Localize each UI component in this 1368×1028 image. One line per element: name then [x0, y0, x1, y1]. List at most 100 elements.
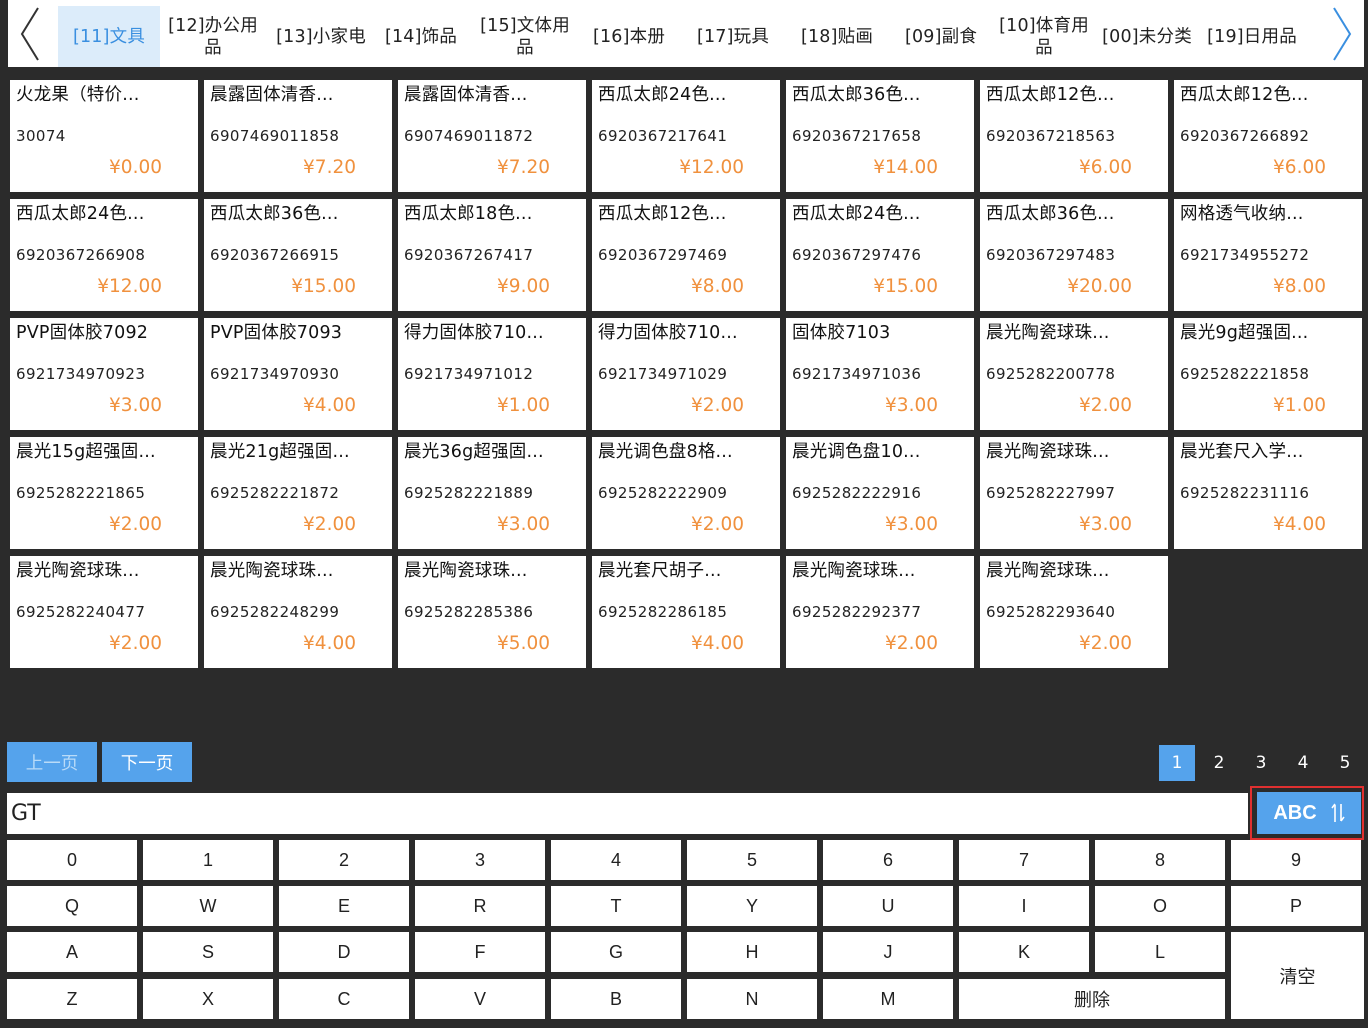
product-card[interactable]: 网格透气收纳... 6921734955272 ¥8.00	[1174, 199, 1362, 311]
key-1[interactable]: 1	[143, 840, 273, 880]
product-card[interactable]: 晨光陶瓷球珠... 6925282200778 ¥2.00	[980, 318, 1168, 430]
product-card[interactable]: 固体胶7103 6921734971036 ¥3.00	[786, 318, 974, 430]
product-card[interactable]: 晨光陶瓷球珠... 6925282227997 ¥3.00	[980, 437, 1168, 549]
key-l[interactable]: L	[1095, 932, 1225, 972]
prev-page-button[interactable]: 上一页	[7, 742, 97, 782]
product-card[interactable]: 得力固体胶710... 6921734971012 ¥1.00	[398, 318, 586, 430]
key-t[interactable]: T	[551, 886, 681, 926]
product-price: ¥1.00	[497, 395, 550, 416]
category-prev-button[interactable]	[8, 0, 52, 67]
product-card[interactable]: PVP固体胶7092 6921734970923 ¥3.00	[10, 318, 198, 430]
key-c[interactable]: C	[279, 979, 409, 1019]
key-h[interactable]: H	[687, 932, 817, 972]
product-card[interactable]: 西瓜太郎18色... 6920367267417 ¥9.00	[398, 199, 586, 311]
key-a[interactable]: A	[7, 932, 137, 972]
key-w[interactable]: W	[143, 886, 273, 926]
product-card[interactable]: 晨光套尺入学... 6925282231116 ¥4.00	[1174, 437, 1362, 549]
product-card[interactable]: 晨光陶瓷球珠... 6925282293640 ¥2.00	[980, 556, 1168, 668]
category-tab[interactable]: [16]本册	[586, 6, 672, 67]
product-card[interactable]: 西瓜太郎36色... 6920367266915 ¥15.00	[204, 199, 392, 311]
key-m[interactable]: M	[823, 979, 953, 1019]
page-number-2[interactable]: 2	[1201, 745, 1237, 781]
category-tab[interactable]: [10]体育用品	[995, 6, 1093, 67]
key-p[interactable]: P	[1231, 886, 1361, 926]
key-b[interactable]: B	[551, 979, 681, 1019]
key-r[interactable]: R	[415, 886, 545, 926]
key-k[interactable]: K	[959, 932, 1089, 972]
key-v[interactable]: V	[415, 979, 545, 1019]
key-x[interactable]: X	[143, 979, 273, 1019]
key-8[interactable]: 8	[1095, 840, 1225, 880]
category-next-button[interactable]	[1320, 0, 1364, 67]
product-card[interactable]: 火龙果（特价... 30074 ¥0.00	[10, 80, 198, 192]
key-9[interactable]: 9	[1231, 840, 1361, 880]
product-card[interactable]: 西瓜太郎12色... 6920367297469 ¥8.00	[592, 199, 780, 311]
key-3[interactable]: 3	[415, 840, 545, 880]
key-f[interactable]: F	[415, 932, 545, 972]
category-tab[interactable]: [19]日用品	[1202, 6, 1302, 67]
product-card[interactable]: 西瓜太郎12色... 6920367218563 ¥6.00	[980, 80, 1168, 192]
key-j[interactable]: J	[823, 932, 953, 972]
search-input[interactable]: GT	[7, 793, 1248, 834]
category-tab[interactable]: [00]未分类	[1097, 6, 1197, 67]
product-card[interactable]: 西瓜太郎36色... 6920367217658 ¥14.00	[786, 80, 974, 192]
input-mode-toggle-button[interactable]: ABC	[1257, 792, 1361, 834]
key-6[interactable]: 6	[823, 840, 953, 880]
category-tab[interactable]: [13]小家电	[271, 6, 371, 67]
key-z[interactable]: Z	[7, 979, 137, 1019]
key-i[interactable]: I	[959, 886, 1089, 926]
product-card[interactable]: 晨露固体清香... 6907469011872 ¥7.20	[398, 80, 586, 192]
product-card[interactable]: 晨光15g超强固... 6925282221865 ¥2.00	[10, 437, 198, 549]
key-5[interactable]: 5	[687, 840, 817, 880]
product-card[interactable]: 西瓜太郎24色... 6920367266908 ¥12.00	[10, 199, 198, 311]
delete-key[interactable]: 删除	[959, 979, 1225, 1019]
product-card[interactable]: PVP固体胶7093 6921734970930 ¥4.00	[204, 318, 392, 430]
key-u[interactable]: U	[823, 886, 953, 926]
product-card[interactable]: 晨露固体清香... 6907469011858 ¥7.20	[204, 80, 392, 192]
key-4[interactable]: 4	[551, 840, 681, 880]
product-price: ¥0.00	[109, 157, 162, 178]
page-number-4[interactable]: 4	[1285, 745, 1321, 781]
key-0[interactable]: 0	[7, 840, 137, 880]
key-2[interactable]: 2	[279, 840, 409, 880]
category-tab[interactable]: [11]文具	[58, 6, 160, 67]
key-7[interactable]: 7	[959, 840, 1089, 880]
product-card[interactable]: 晨光陶瓷球珠... 6925282292377 ¥2.00	[786, 556, 974, 668]
product-card[interactable]: 西瓜太郎24色... 6920367297476 ¥15.00	[786, 199, 974, 311]
key-q[interactable]: Q	[7, 886, 137, 926]
clear-key[interactable]: 清空	[1231, 932, 1364, 1019]
product-card[interactable]: 晨光陶瓷球珠... 6925282285386 ¥5.00	[398, 556, 586, 668]
key-y[interactable]: Y	[687, 886, 817, 926]
category-tab[interactable]: [18]贴画	[794, 6, 880, 67]
product-card[interactable]: 晨光9g超强固... 6925282221858 ¥1.00	[1174, 318, 1362, 430]
key-o[interactable]: O	[1095, 886, 1225, 926]
product-card[interactable]: 晨光36g超强固... 6925282221889 ¥3.00	[398, 437, 586, 549]
key-d[interactable]: D	[279, 932, 409, 972]
key-e[interactable]: E	[279, 886, 409, 926]
page-number-5[interactable]: 5	[1327, 745, 1363, 781]
product-card[interactable]: 晨光调色盘8格... 6925282222909 ¥2.00	[592, 437, 780, 549]
product-card[interactable]: 得力固体胶710... 6921734971029 ¥2.00	[592, 318, 780, 430]
category-tab[interactable]: [14]饰品	[380, 6, 462, 67]
product-card[interactable]: 晨光陶瓷球珠... 6925282248299 ¥4.00	[204, 556, 392, 668]
category-tab[interactable]: [17]玩具	[692, 6, 774, 67]
key-g[interactable]: G	[551, 932, 681, 972]
product-code: 6921734970930	[210, 365, 340, 383]
category-tab[interactable]: [12]办公用品	[163, 6, 263, 67]
key-n[interactable]: N	[687, 979, 817, 1019]
product-code: 6921734970923	[16, 365, 146, 383]
category-tab[interactable]: [09]副食	[900, 6, 982, 67]
product-card[interactable]: 晨光调色盘10... 6925282222916 ¥3.00	[786, 437, 974, 549]
product-card[interactable]: 西瓜太郎24色... 6920367217641 ¥12.00	[592, 80, 780, 192]
page-number-3[interactable]: 3	[1243, 745, 1279, 781]
product-card[interactable]: 晨光陶瓷球珠... 6925282240477 ¥2.00	[10, 556, 198, 668]
next-page-button[interactable]: 下一页	[102, 742, 192, 782]
product-card[interactable]: 晨光21g超强固... 6925282221872 ¥2.00	[204, 437, 392, 549]
product-price: ¥3.00	[885, 514, 938, 535]
key-s[interactable]: S	[143, 932, 273, 972]
product-card[interactable]: 西瓜太郎12色... 6920367266892 ¥6.00	[1174, 80, 1362, 192]
product-card[interactable]: 晨光套尺胡子... 6925282286185 ¥4.00	[592, 556, 780, 668]
product-card[interactable]: 西瓜太郎36色... 6920367297483 ¥20.00	[980, 199, 1168, 311]
page-number-1[interactable]: 1	[1159, 745, 1195, 781]
category-tab[interactable]: [15]文体用品	[476, 6, 574, 67]
